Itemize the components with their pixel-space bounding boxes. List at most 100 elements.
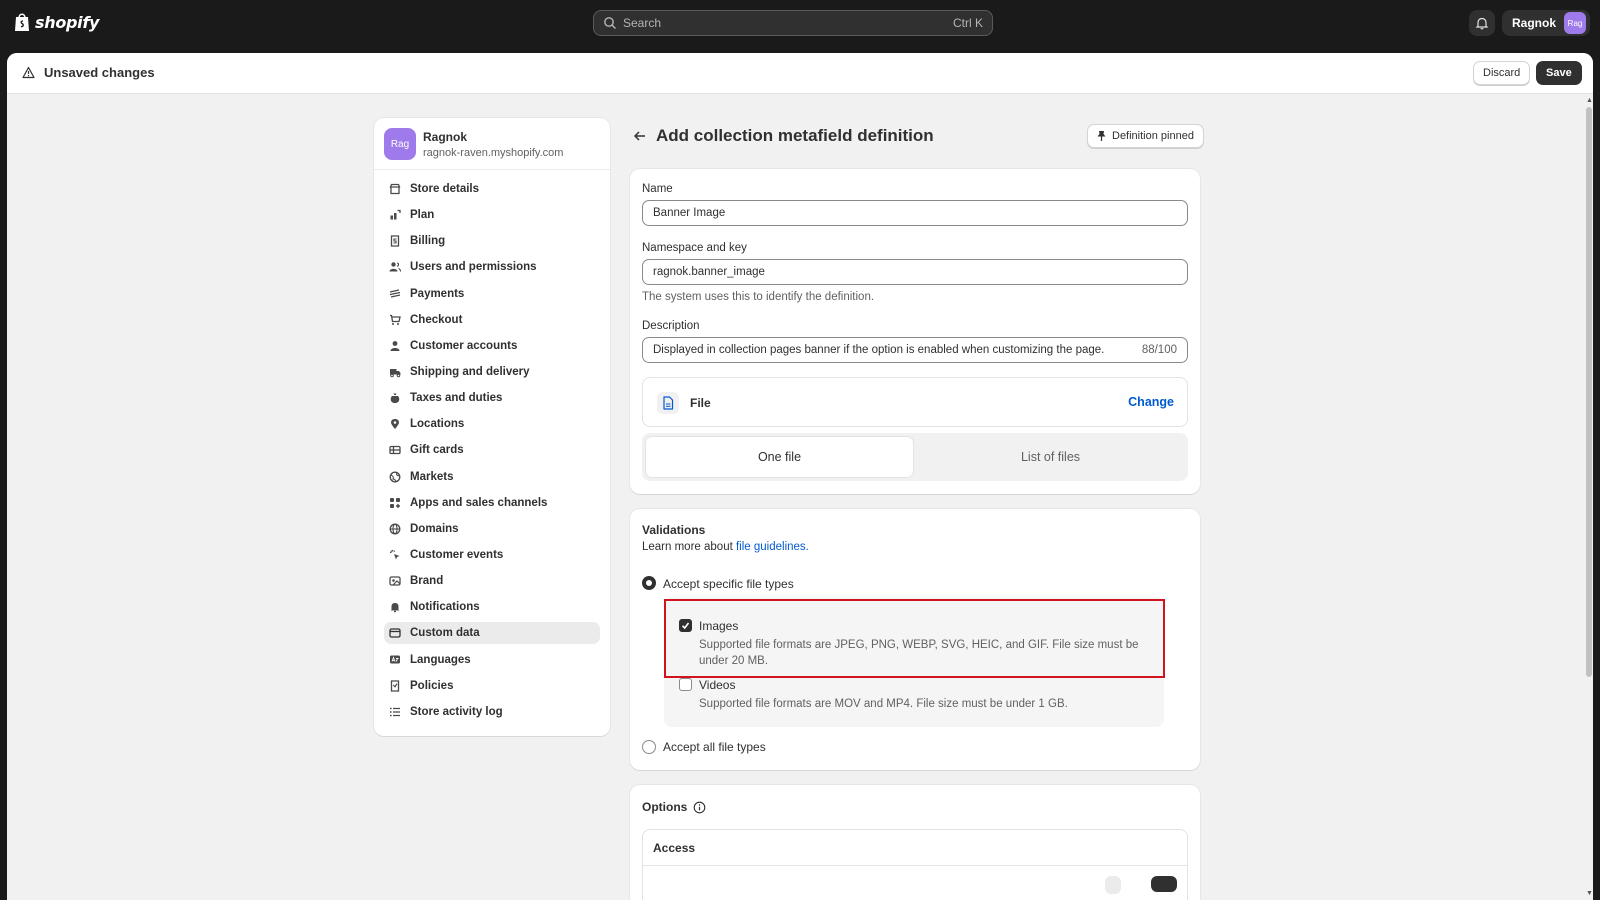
sidebar-item-label: Notifications <box>410 601 480 614</box>
sidebar-item-label: Billing <box>410 235 446 248</box>
sidebar-item-shipping-and-delivery[interactable]: Shipping and delivery <box>384 361 600 383</box>
unsaved-changes-bar: Unsaved changes Discard Save <box>7 53 1593 94</box>
sidebar-item-payments[interactable]: Payments <box>384 283 600 305</box>
sidebar-item-custom-data[interactable]: Custom data <box>384 622 600 645</box>
sidebar-item-customer-events[interactable]: Customer events <box>384 544 600 566</box>
type-label: File <box>690 396 711 410</box>
sidebar-item-billing[interactable]: Billing <box>384 230 600 252</box>
store-icon <box>389 183 401 195</box>
sidebar-item-gift-cards[interactable]: Gift cards <box>384 439 600 461</box>
sidebar-item-locations[interactable]: Locations <box>384 413 600 435</box>
search-placeholder: Search <box>623 16 662 30</box>
sidebar-item-label: Customer events <box>410 548 504 561</box>
description-label: Description <box>642 320 700 332</box>
shopify-bag-icon <box>15 13 29 31</box>
sidebar-item-notifications[interactable]: Notifications <box>384 596 600 618</box>
account-name: Ragnok <box>1512 16 1557 30</box>
store-avatar: Rag <box>384 128 416 160</box>
unsaved-title: Unsaved changes <box>44 65 155 80</box>
save-button[interactable]: Save <box>1536 61 1582 85</box>
sidebar-item-label: Plan <box>410 209 435 222</box>
sidebar-item-label: Store activity log <box>410 705 503 718</box>
sidebar-item-brand[interactable]: Brand <box>384 570 600 592</box>
sidebar-item-domains[interactable]: Domains <box>384 518 600 540</box>
file-guidelines-link[interactable]: file guidelines. <box>736 541 809 553</box>
accept-specific-radio[interactable] <box>642 576 656 590</box>
change-type-link[interactable]: Change <box>1128 395 1174 409</box>
sidebar-item-label: Checkout <box>410 313 463 326</box>
options-title: Options <box>642 800 688 814</box>
logo-text: shopify <box>35 12 100 32</box>
sidebar-item-label: Domains <box>410 522 459 535</box>
accept-all-radio[interactable] <box>642 740 656 754</box>
options-card: Options Access <box>630 785 1200 900</box>
type-selector: File Change <box>642 377 1188 427</box>
videos-checkbox[interactable] <box>679 678 692 691</box>
settings-nav: Store details Plan Billing Users and permis… <box>384 178 600 727</box>
account-avatar: Rag <box>1564 12 1587 34</box>
sidebar-item-label: Apps and sales channels <box>410 496 548 509</box>
page-scrollbar[interactable]: ▲ ▼ <box>1585 95 1593 900</box>
sidebar-item-label: Shipping and delivery <box>410 365 530 378</box>
storefront-toggle[interactable] <box>1151 876 1177 892</box>
store-header[interactable]: Rag Ragnok ragnok-raven.myshopify.com <box>374 118 610 170</box>
definition-card: Name Banner Image Namespace and key ragn… <box>630 169 1200 494</box>
pinned-label: Definition pinned <box>1112 130 1194 142</box>
options-header: Options <box>642 800 706 814</box>
person-icon <box>390 340 400 351</box>
sidebar-item-label: Policies <box>410 679 454 692</box>
accept-specific-label: Accept specific file types <box>663 577 794 591</box>
sidebar-item-label: Brand <box>410 575 444 588</box>
name-value: Banner Image <box>653 207 726 219</box>
sidebar-item-label: Payments <box>410 287 465 300</box>
sidebar-item-customer-accounts[interactable]: Customer accounts <box>384 335 600 357</box>
sidebar-item-store-details[interactable]: Store details <box>384 178 600 200</box>
sidebar-item-policies[interactable]: Policies <box>384 675 600 697</box>
discard-button[interactable]: Discard <box>1473 61 1531 85</box>
info-icon[interactable] <box>693 801 706 814</box>
scroll-down-icon[interactable]: ▼ <box>1586 890 1593 897</box>
sidebar-item-languages[interactable]: Languages <box>384 649 600 671</box>
sidebar-item-taxes-and-duties[interactable]: Taxes and duties <box>384 387 600 409</box>
settings-sidebar: Rag Ragnok ragnok-raven.myshopify.com St… <box>374 118 610 736</box>
account-menu[interactable]: Ragnok Rag <box>1502 10 1591 36</box>
sidebar-item-store-activity-log[interactable]: Store activity log <box>384 701 600 723</box>
description-field[interactable]: Displayed in collection pages banner if … <box>642 337 1188 363</box>
videos-label: Videos <box>699 678 736 692</box>
namespace-help: The system uses this to identify the def… <box>642 291 875 303</box>
search-input[interactable]: Search Ctrl K <box>593 10 993 36</box>
namespace-field[interactable]: ragnok.banner_image <box>642 259 1188 285</box>
sidebar-item-label: Languages <box>410 653 471 666</box>
scroll-up-icon[interactable]: ▲ <box>1586 97 1593 104</box>
file-count-toggle: One file List of files <box>642 433 1188 481</box>
globe-icon <box>389 471 401 482</box>
notifications-button[interactable] <box>1469 10 1495 36</box>
sidebar-item-label: Store details <box>410 183 480 195</box>
description-counter: 88/100 <box>1141 344 1177 356</box>
one-file-option[interactable]: One file <box>646 437 913 477</box>
sidebar-item-markets[interactable]: Markets <box>384 466 600 488</box>
list-of-files-option[interactable]: List of files <box>917 437 1184 477</box>
store-name: Ragnok <box>423 130 468 144</box>
custom-data-icon <box>389 628 401 639</box>
domain-icon <box>389 523 401 535</box>
scroll-thumb[interactable] <box>1586 107 1592 677</box>
namespace-label: Namespace and key <box>642 242 747 254</box>
back-arrow-icon[interactable] <box>632 128 648 144</box>
plan-icon <box>390 209 401 220</box>
language-icon <box>390 655 400 664</box>
name-field[interactable]: Banner Image <box>642 200 1188 226</box>
location-icon <box>391 419 399 430</box>
validations-learn-more: Learn more about file guidelines. <box>642 541 809 553</box>
highlight-box <box>664 599 1165 678</box>
sidebar-item-apps-and-sales-channels[interactable]: Apps and sales channels <box>384 492 600 514</box>
sidebar-item-checkout[interactable]: Checkout <box>384 309 600 331</box>
sidebar-item-plan[interactable]: Plan <box>384 204 600 226</box>
store-url: ragnok-raven.myshopify.com <box>423 147 564 159</box>
bell-icon <box>390 603 400 613</box>
definition-pinned-button[interactable]: Definition pinned <box>1087 124 1204 148</box>
sidebar-item-users-and-permissions[interactable]: Users and permissions <box>384 256 600 278</box>
shopify-logo[interactable]: shopify <box>13 12 99 32</box>
gift-card-icon <box>389 446 401 455</box>
videos-description: Supported file formats are MOV and MP4. … <box>699 698 1068 710</box>
